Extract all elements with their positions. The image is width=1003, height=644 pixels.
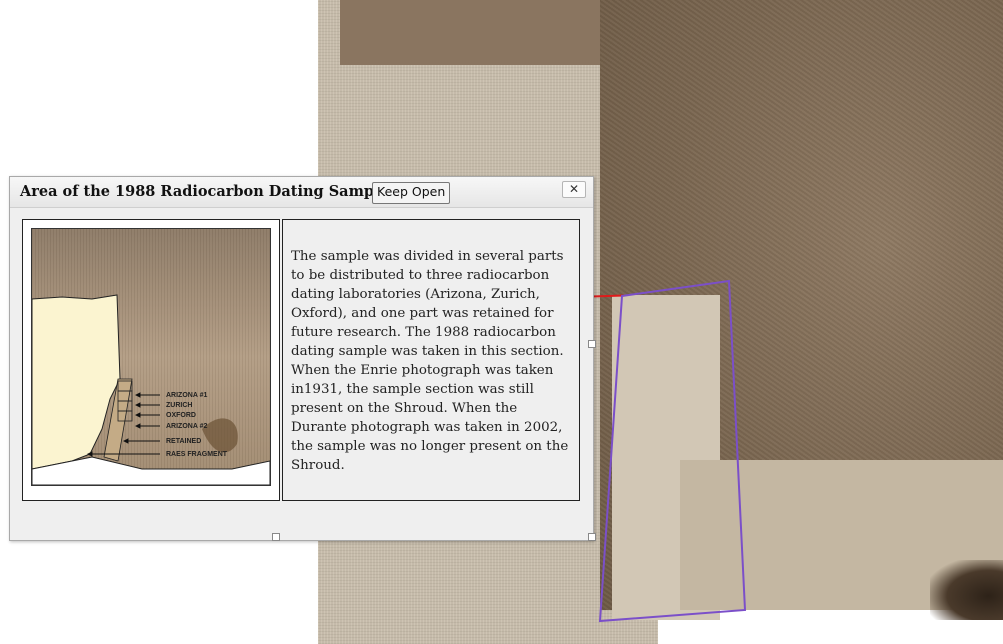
description-text: The sample was divided in several parts …: [291, 249, 569, 473]
keep-open-button[interactable]: Keep Open: [372, 182, 451, 204]
sample-diagram: ARIZONA #1 ZURICH OXFORD ARIZONA #2 RETA…: [31, 228, 271, 486]
label-arizona-2: ARIZONA #2: [166, 423, 207, 430]
sample-diagram-svg: ARIZONA #1 ZURICH OXFORD ARIZONA #2 RETA…: [32, 294, 270, 485]
label-raes-fragment: RAES FRAGMENT: [166, 451, 228, 458]
label-retained: RETAINED: [166, 438, 201, 445]
info-popup[interactable]: Area of the 1988 Radiocarbon Dating Samp…: [9, 176, 596, 541]
diagram-panel: ARIZONA #1 ZURICH OXFORD ARIZONA #2 RETA…: [22, 219, 280, 501]
description-panel: The sample was divided in several parts …: [282, 219, 580, 501]
label-arizona-1: ARIZONA #1: [166, 392, 207, 399]
popup-title: Area of the 1988 Radiocarbon Dating Samp…: [20, 183, 389, 200]
label-zurich: ZURICH: [166, 402, 192, 409]
popup-titlebar[interactable]: Area of the 1988 Radiocarbon Dating Samp…: [10, 177, 593, 208]
resize-handle-right[interactable]: [588, 340, 596, 348]
label-oxford: OXFORD: [166, 412, 196, 419]
resize-handle-bottom[interactable]: [272, 533, 280, 541]
close-button[interactable]: ✕: [562, 181, 586, 198]
resize-handle-corner[interactable]: [588, 533, 596, 541]
